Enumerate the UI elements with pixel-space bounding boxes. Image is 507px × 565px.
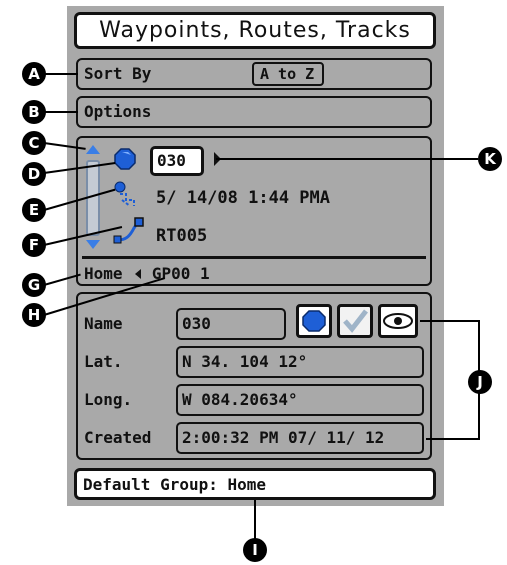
arrow-left-icon	[135, 269, 142, 279]
long-field[interactable]: W 084.20634°	[176, 384, 424, 416]
created-field[interactable]: 2:00:32 PM 07/ 11/ 12	[176, 422, 424, 454]
lat-label: Lat.	[84, 352, 123, 371]
visibility-button[interactable]	[378, 304, 418, 338]
scroll-up-arrow[interactable]	[86, 145, 100, 154]
footer-text: Default Group: Home	[83, 475, 267, 494]
route-item-label[interactable]: RT005	[156, 226, 207, 246]
callout-j: J	[468, 370, 492, 394]
sort-value: A to Z	[260, 65, 315, 83]
callout-line-i	[254, 500, 256, 540]
callout-b: B	[22, 100, 46, 124]
callout-g: G	[22, 273, 46, 297]
callout-line-k	[216, 158, 478, 160]
sort-value-box[interactable]: A to Z	[252, 62, 324, 86]
callout-line-j-bottom	[426, 438, 480, 440]
created-label: Created	[84, 428, 152, 447]
list-divider	[82, 256, 426, 259]
symbol-button[interactable]	[296, 304, 332, 338]
callout-k: K	[478, 147, 502, 171]
route-icon	[112, 216, 146, 246]
lat-field[interactable]: N 34. 104 12°	[176, 346, 424, 378]
name-label: Name	[84, 314, 123, 333]
callout-f: F	[22, 233, 46, 257]
page-title: Waypoints, Routes, Tracks	[74, 12, 436, 49]
callout-line-j-top	[420, 320, 480, 322]
waypoint-icon	[114, 148, 136, 170]
sort-by-label: Sort By	[84, 64, 152, 83]
breadcrumb-group[interactable]: Home	[84, 264, 123, 283]
group-icon	[112, 180, 144, 208]
callout-i: I	[243, 538, 267, 562]
waypoint-name-field[interactable]: 030	[150, 146, 204, 176]
breadcrumb: Home GP00 1	[84, 264, 210, 283]
callout-line-b	[44, 111, 78, 113]
callout-d: D	[22, 162, 46, 186]
eye-icon	[383, 313, 413, 329]
callout-c: C	[22, 131, 46, 155]
checkmark-button[interactable]	[337, 304, 373, 338]
callout-line-a	[44, 73, 78, 75]
footer-status: Default Group: Home	[74, 468, 436, 500]
long-label: Long.	[84, 390, 133, 409]
options-label: Options	[84, 102, 152, 121]
callout-a: A	[22, 62, 46, 86]
callout-h: H	[22, 303, 46, 327]
scroll-down-arrow[interactable]	[86, 240, 100, 249]
callout-e: E	[22, 198, 46, 222]
name-field[interactable]: 030	[176, 308, 286, 340]
group-item-label[interactable]: 5/ 14/08 1:44 PMA	[156, 188, 330, 208]
